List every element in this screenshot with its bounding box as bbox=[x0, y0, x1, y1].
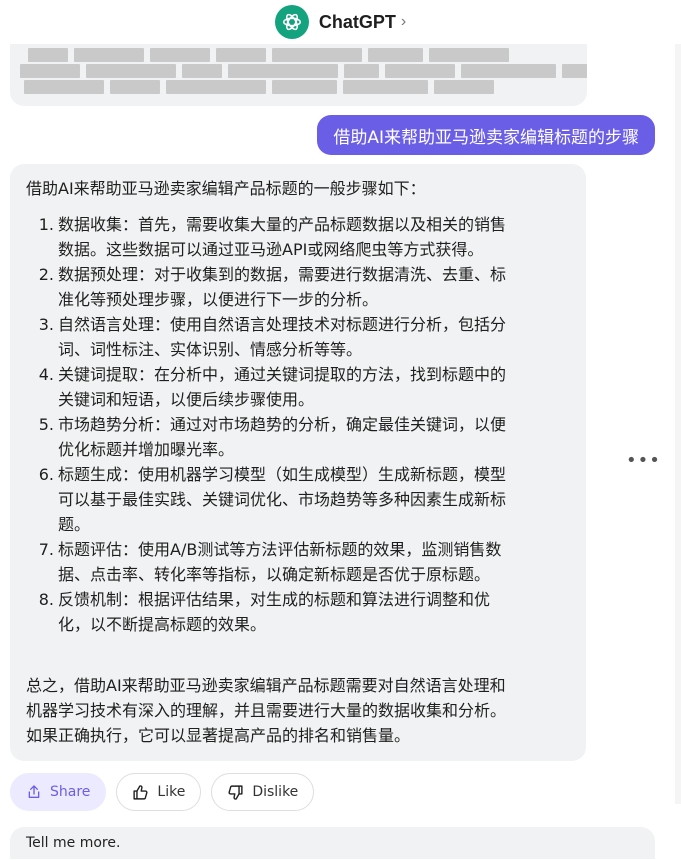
step-text-line: 关键词和短语，以便后续步骤使用。 bbox=[58, 390, 315, 409]
step-text-line: 市场趋势分析：通过对市场趋势的分析，确定最佳关键词，以便 bbox=[58, 415, 507, 434]
dislike-button[interactable]: Dislike bbox=[211, 773, 315, 811]
step-text: 标题生成：使用机器学习模型（如生成模型）生成新标题，模型 可以基于最佳实践、关键词… bbox=[58, 462, 570, 537]
like-label: Like bbox=[157, 784, 186, 800]
step-text-line: 可以基于最佳实践、关键词优化、市场趋势等多种因素生成新标 bbox=[58, 490, 507, 509]
step-text-line: 关键词提取：在分析中，通过关键词提取的方法，找到标题中的 bbox=[58, 365, 507, 384]
thumbs-down-icon bbox=[228, 784, 243, 800]
step-text-line: 词、词性标注、实体识别、情感分析等等。 bbox=[58, 340, 363, 359]
assistant-intro: 借助AI来帮助亚马逊卖家编辑产品标题的一般步骤如下： bbox=[26, 179, 426, 198]
assistant-summary: 总之，借助AI来帮助亚马逊卖家编辑产品标题需要对自然语言处理和 机器学习技术有深入… bbox=[26, 673, 570, 748]
step-text-line: 优化标题并增加曝光率。 bbox=[58, 440, 235, 459]
step-text: 数据收集：首先，需要收集大量的产品标题数据以及相关的销售 数据。这些数据可以通过亚… bbox=[58, 212, 570, 262]
step-number: 4. bbox=[38, 365, 54, 384]
user-message-bubble: 借助AI来帮助亚马逊卖家编辑标题的步骤 bbox=[317, 115, 655, 155]
step-number: 8. bbox=[38, 590, 54, 609]
app-title[interactable]: ChatGPT bbox=[319, 12, 396, 33]
step-number: 1. bbox=[38, 215, 54, 234]
step-text-line: 标题评估：使用A/B测试等方法评估新标题的效果，监测销售数 bbox=[58, 540, 502, 559]
chevron-right-icon[interactable]: › bbox=[401, 13, 406, 31]
step-text: 数据预处理：对于收集到的数据，需要进行数据清洗、去重、标 准化等预处理步骤，以便进… bbox=[58, 262, 570, 312]
step-text-line: 据、点击率、转化率等指标，以确定新标题是否优于原标题。 bbox=[58, 565, 491, 584]
step-number: 7. bbox=[38, 540, 54, 559]
steps-list: 1. 数据收集：首先，需要收集大量的产品标题数据以及相关的销售 数据。这些数据可以通… bbox=[26, 212, 570, 637]
step-text-line: 标题生成：使用机器学习模型（如生成模型）生成新标题，模型 bbox=[58, 465, 507, 484]
summary-line: 机器学习技术有深入的理解，并且需要进行大量的数据收集和分析。 bbox=[26, 701, 507, 720]
step-text: 关键词提取：在分析中，通过关键词提取的方法，找到标题中的 关键词和短语，以便后续步… bbox=[58, 362, 570, 412]
step-item: 7. 标题评估：使用A/B测试等方法评估新标题的效果，监测销售数 据、点击率、转化率… bbox=[26, 537, 570, 587]
more-options-icon[interactable]: ••• bbox=[626, 450, 661, 471]
share-label: Share bbox=[50, 784, 91, 800]
thumbs-up-icon bbox=[133, 784, 148, 800]
step-item: 8. 反馈机制：根据评估结果，对生成的标题和算法进行调整和优 化，以不断提高标题的效… bbox=[26, 587, 570, 637]
step-text-line: 题。 bbox=[58, 515, 91, 534]
step-item: 5. 市场趋势分析：通过对市场趋势的分析，确定最佳关键词，以便 优化标题并增加曝光率… bbox=[26, 412, 570, 462]
user-message-text: 借助AI来帮助亚马逊卖家编辑标题的步骤 bbox=[333, 127, 639, 148]
message-actions: Share Like Dislike bbox=[10, 773, 315, 811]
share-button[interactable]: Share bbox=[10, 773, 107, 811]
step-text-line: 化，以不断提高标题的效果。 bbox=[58, 615, 267, 634]
scrollbar[interactable] bbox=[675, 44, 681, 804]
step-text-line: 数据。这些数据可以通过亚马逊API或网络爬虫等方式获得。 bbox=[58, 240, 484, 259]
suggestion-chip[interactable]: Tell me more. bbox=[10, 827, 655, 859]
assistant-message-bubble: 借助AI来帮助亚马逊卖家编辑产品标题的一般步骤如下： 1. 数据收集：首先，需要收… bbox=[10, 164, 586, 761]
dislike-label: Dislike bbox=[252, 784, 299, 800]
step-text-line: 自然语言处理：使用自然语言处理技术对标题进行分析，包括分 bbox=[58, 315, 507, 334]
step-item: 4. 关键词提取：在分析中，通过关键词提取的方法，找到标题中的 关键词和短语，以便后… bbox=[26, 362, 570, 412]
step-text-line: 准化等预处理步骤，以便进行下一步的分析。 bbox=[58, 290, 379, 309]
suggestion-text: Tell me more. bbox=[26, 835, 121, 851]
blurred-previous-message bbox=[10, 44, 587, 106]
step-text-line: 数据预处理：对于收集到的数据，需要进行数据清洗、去重、标 bbox=[58, 265, 507, 284]
openai-logo-icon bbox=[274, 5, 309, 39]
summary-line: 如果正确执行，它可以显著提高产品的排名和销售量。 bbox=[26, 726, 411, 745]
share-icon bbox=[28, 785, 40, 798]
step-item: 1. 数据收集：首先，需要收集大量的产品标题数据以及相关的销售 数据。这些数据可以通… bbox=[26, 212, 570, 262]
step-number: 6. bbox=[38, 465, 54, 484]
step-item: 6. 标题生成：使用机器学习模型（如生成模型）生成新标题，模型 可以基于最佳实践、关… bbox=[26, 462, 570, 537]
step-text: 市场趋势分析：通过对市场趋势的分析，确定最佳关键词，以便 优化标题并增加曝光率。 bbox=[58, 412, 570, 462]
step-text-line: 反馈机制：根据评估结果，对生成的标题和算法进行调整和优 bbox=[58, 590, 491, 609]
step-text: 自然语言处理：使用自然语言处理技术对标题进行分析，包括分 词、词性标注、实体识别、… bbox=[58, 312, 570, 362]
summary-line: 总之，借助AI来帮助亚马逊卖家编辑产品标题需要对自然语言处理和 bbox=[26, 676, 506, 695]
chat-header[interactable]: ChatGPT › bbox=[0, 0, 681, 44]
step-item: 2. 数据预处理：对于收集到的数据，需要进行数据清洗、去重、标 准化等预处理步骤，以… bbox=[26, 262, 570, 312]
step-text: 反馈机制：根据评估结果，对生成的标题和算法进行调整和优 化，以不断提高标题的效果。 bbox=[58, 587, 570, 637]
step-item: 3. 自然语言处理：使用自然语言处理技术对标题进行分析，包括分 词、词性标注、实体识… bbox=[26, 312, 570, 362]
like-button[interactable]: Like bbox=[116, 773, 202, 811]
step-number: 5. bbox=[38, 415, 54, 434]
step-number: 3. bbox=[38, 315, 54, 334]
step-number: 2. bbox=[38, 265, 54, 284]
step-text-line: 数据收集：首先，需要收集大量的产品标题数据以及相关的销售 bbox=[58, 215, 507, 234]
step-text: 标题评估：使用A/B测试等方法评估新标题的效果，监测销售数 据、点击率、转化率等指… bbox=[58, 537, 570, 587]
